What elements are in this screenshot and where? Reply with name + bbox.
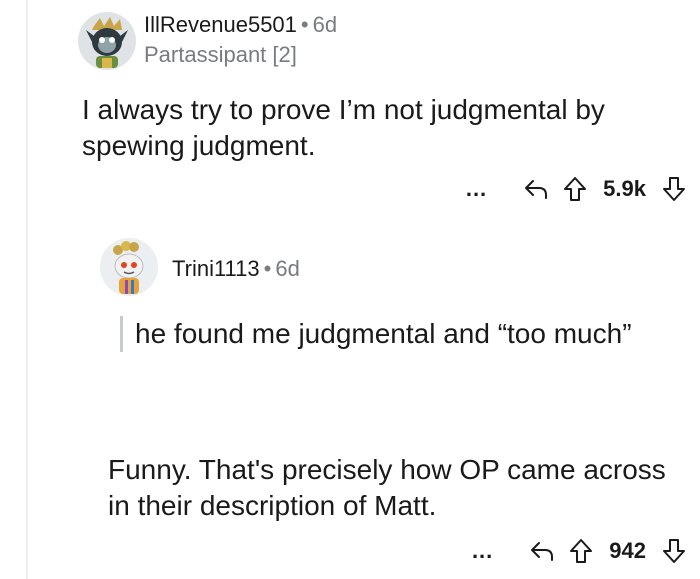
comment-body: I always try to prove I’m not judgmental… [82,94,605,161]
more-options-button[interactable]: ... [466,176,487,202]
comment-actions: ... 942 [472,536,686,566]
comment-meta: IllRevenue5501 • 6d Partassipant [2] [144,12,337,68]
avatar-icon [78,12,136,70]
reply-icon[interactable] [523,178,549,200]
thread-line [26,0,28,579]
avatar[interactable] [100,238,158,296]
vote-score: 5.9k [603,176,646,201]
quoted-text: he found me judgmental and “too much” [120,316,675,352]
comment-age: 6d [275,256,300,281]
username[interactable]: Trini1113 [172,256,260,281]
comment-meta: Trini1113 • 6d [172,256,300,282]
comment-age: 6d [312,12,338,37]
comment-actions: ... 5.9k [466,174,686,204]
more-options-button[interactable]: ... [472,538,493,564]
separator-dot: • [263,256,272,281]
avatar-icon [100,238,158,296]
upvote-icon[interactable] [563,176,587,202]
user-flair: Partassipant [2] [144,42,297,67]
upvote-icon[interactable] [569,538,593,564]
username[interactable]: IllRevenue5501 [144,12,297,37]
downvote-icon[interactable] [662,538,686,564]
avatar[interactable] [78,12,136,70]
downvote-icon[interactable] [662,176,686,202]
vote-score: 942 [609,538,646,563]
comment-body: Funny. That's precisely how OP came acro… [108,454,666,521]
separator-dot: • [300,12,309,37]
reply-icon[interactable] [529,540,555,562]
